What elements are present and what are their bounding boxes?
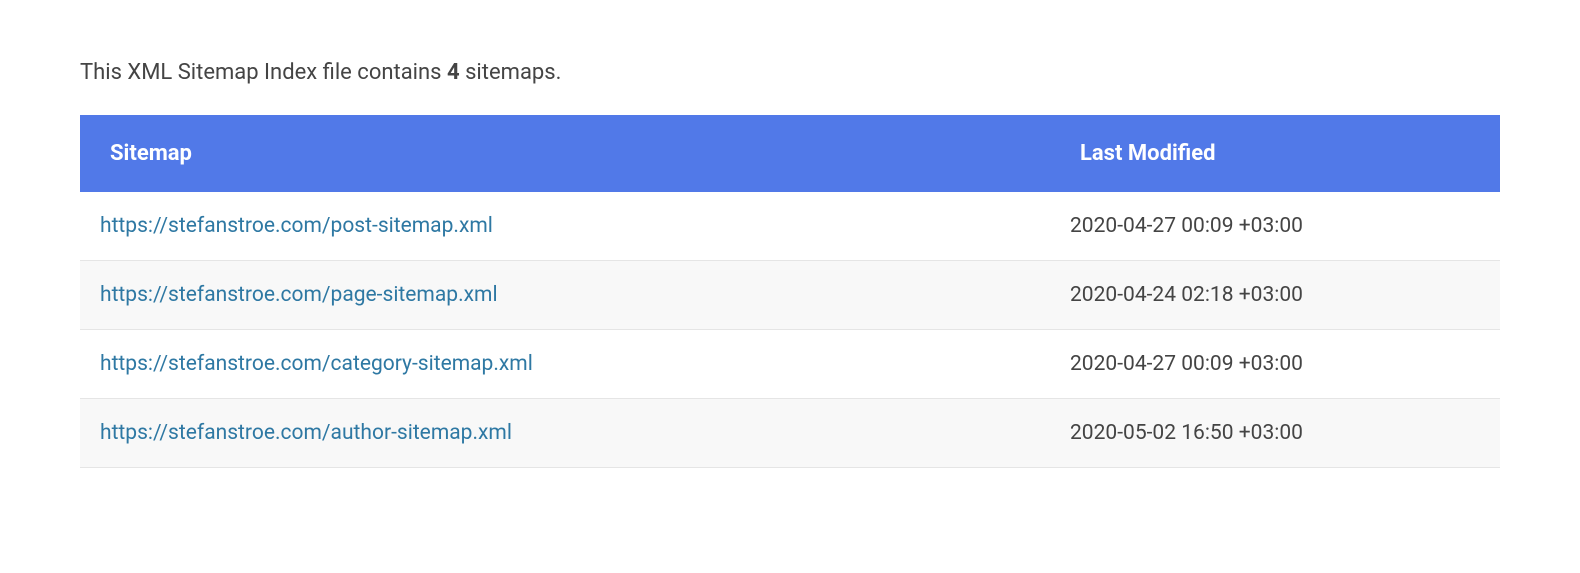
table-row: https://stefanstroe.com/category-sitemap… [80, 330, 1500, 399]
description-suffix: sitemaps. [460, 60, 562, 85]
sitemap-description: This XML Sitemap Index file contains 4 s… [80, 60, 1500, 85]
sitemap-url-cell: https://stefanstroe.com/post-sitemap.xml [80, 192, 1050, 261]
sitemap-link[interactable]: https://stefanstroe.com/author-sitemap.x… [100, 421, 512, 445]
sitemap-link[interactable]: https://stefanstroe.com/page-sitemap.xml [100, 283, 498, 307]
table-row: https://stefanstroe.com/page-sitemap.xml… [80, 261, 1500, 330]
description-prefix: This XML Sitemap Index file contains [80, 60, 447, 85]
sitemap-table: Sitemap Last Modified https://stefanstro… [80, 115, 1500, 468]
table-row: https://stefanstroe.com/author-sitemap.x… [80, 399, 1500, 468]
last-modified-cell: 2020-04-24 02:18 +03:00 [1050, 261, 1500, 330]
sitemap-link[interactable]: https://stefanstroe.com/post-sitemap.xml [100, 214, 493, 238]
sitemap-url-cell: https://stefanstroe.com/category-sitemap… [80, 330, 1050, 399]
sitemap-url-cell: https://stefanstroe.com/author-sitemap.x… [80, 399, 1050, 468]
table-row: https://stefanstroe.com/post-sitemap.xml… [80, 192, 1500, 261]
sitemap-link[interactable]: https://stefanstroe.com/category-sitemap… [100, 352, 533, 376]
last-modified-cell: 2020-04-27 00:09 +03:00 [1050, 192, 1500, 261]
header-last-modified: Last Modified [1050, 115, 1500, 192]
header-sitemap: Sitemap [80, 115, 1050, 192]
table-header-row: Sitemap Last Modified [80, 115, 1500, 192]
sitemap-url-cell: https://stefanstroe.com/page-sitemap.xml [80, 261, 1050, 330]
last-modified-cell: 2020-05-02 16:50 +03:00 [1050, 399, 1500, 468]
sitemap-count: 4 [447, 60, 460, 85]
last-modified-cell: 2020-04-27 00:09 +03:00 [1050, 330, 1500, 399]
